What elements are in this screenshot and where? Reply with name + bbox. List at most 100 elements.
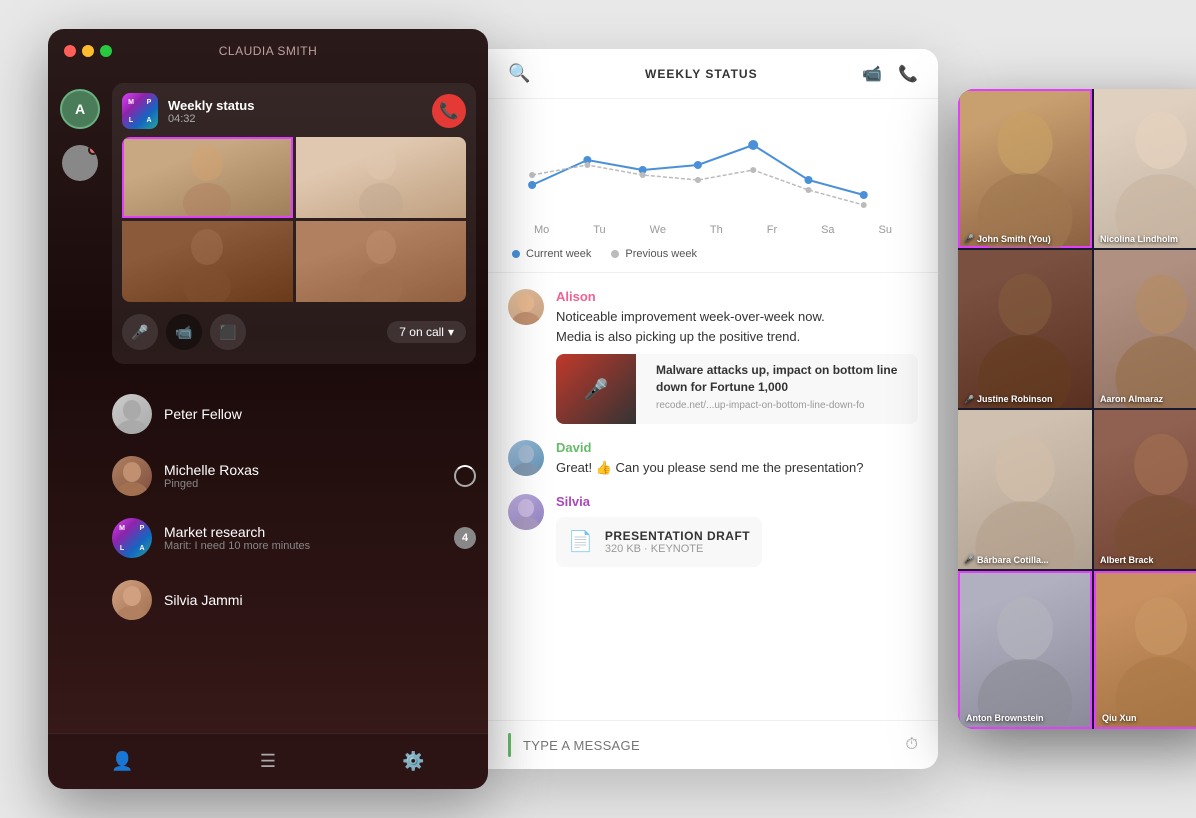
vc-label-justine: 🎤 Justine Robinson <box>964 394 1052 404</box>
left-panel: CLAUDIA SMITH A M P L A <box>48 29 488 789</box>
end-call-button[interactable]: 📞 <box>432 94 466 128</box>
message-content-silvia: Silvia 📄 PRESENTATION DRAFT 320 KB · KEY… <box>556 494 762 567</box>
avatar-silvia <box>112 580 152 620</box>
call-title: Weekly status <box>168 98 432 113</box>
contact-info-silvia: Silvia Jammi <box>164 592 476 608</box>
link-url: recode.net/...up-impact-on-bottom-line-d… <box>656 400 910 411</box>
message-content-alison: Alison Noticeable improvement week-over-… <box>556 289 918 424</box>
vc-cell-anton: Anton Brownstein <box>958 571 1092 730</box>
mute-icon: 🎤 <box>964 234 974 243</box>
message-alison: Alison Noticeable improvement week-over-… <box>508 289 918 424</box>
avatar-alison <box>508 289 544 325</box>
chat-title: WEEKLY STATUS <box>540 67 862 81</box>
vc-label-albert: Albert Brack <box>1100 555 1154 565</box>
vc-label-barbara: 🎤 Bárbara Cotilla... <box>964 555 1049 565</box>
maximize-button[interactable] <box>100 45 112 57</box>
traffic-lights <box>64 45 112 57</box>
mute-icon: 🎤 <box>964 395 974 404</box>
contact-item-michelle[interactable]: Michelle Roxas Pinged <box>112 446 488 506</box>
message-text: Great! 👍 Can you please send me the pres… <box>556 458 863 478</box>
sender-name: Alison <box>556 289 918 304</box>
weekly-chart <box>512 115 914 215</box>
vc-cell-aaron: Aaron Almaraz <box>1094 250 1196 409</box>
phone-icon[interactable]: 📞 <box>898 64 918 84</box>
nav-menu-icon[interactable]: ☰ <box>252 743 284 780</box>
call-header: M P L A Weekly status 04:32 📞 <box>122 93 466 129</box>
unread-badge: 4 <box>454 527 476 549</box>
loading-badge <box>454 465 476 487</box>
video-cell-1 <box>122 137 293 218</box>
avatar-market: M P L A <box>112 518 152 558</box>
call-timer: 04:32 <box>168 113 432 125</box>
contact-item-peter[interactable]: Peter Fellow <box>112 384 488 444</box>
link-card[interactable]: 🎤 Malware attacks up, impact on bottom l… <box>556 354 918 424</box>
chat-input-area: ⏱ <box>488 720 938 769</box>
contact-avatar-small[interactable] <box>62 145 98 181</box>
message-input[interactable] <box>523 738 906 753</box>
call-controls: 🎤 📹 ⬛ 7 on call ▾ <box>122 310 466 354</box>
mute-button[interactable]: 🎤 <box>122 314 158 350</box>
avatar-michelle <box>112 456 152 496</box>
message-content-david: David Great! 👍 Can you please send me th… <box>556 440 863 478</box>
nav-settings-icon[interactable]: ⚙️ <box>394 743 432 780</box>
vc-cell-albert: Albert Brack <box>1094 410 1196 569</box>
vc-cell-nicolina: Nicolina Lindholm <box>1094 89 1196 248</box>
avatar-david <box>508 440 544 476</box>
vc-cell-barbara: 🎤 Bárbara Cotilla... <box>958 410 1092 569</box>
on-call-badge[interactable]: 7 on call ▾ <box>387 321 466 343</box>
link-thumbnail: 🎤 <box>556 354 636 424</box>
contact-list: Peter Fellow Michelle Roxas Pinged <box>112 376 488 638</box>
close-button[interactable] <box>64 45 76 57</box>
video-cell-3 <box>122 221 293 302</box>
contact-item-market[interactable]: M P L A Market research Marit: I need 10… <box>112 508 488 568</box>
bottom-nav: 👤 ☰ ⚙️ <box>48 733 488 789</box>
legend-previous: Previous week <box>611 248 697 260</box>
legend-current: Current week <box>512 248 591 260</box>
message-text: Noticeable improvement week-over-week no… <box>556 307 918 346</box>
contact-info-peter: Peter Fellow <box>164 406 476 422</box>
contact-item-silvia[interactable]: Silvia Jammi <box>112 570 488 630</box>
file-meta: 320 KB · KEYNOTE <box>605 543 750 555</box>
file-info: PRESENTATION DRAFT 320 KB · KEYNOTE <box>605 529 750 555</box>
header-icons: 📹 📞 <box>862 64 918 84</box>
avatar-peter <box>112 394 152 434</box>
message-david: David Great! 👍 Can you please send me th… <box>508 440 918 478</box>
chat-header: 🔍 WEEKLY STATUS 📹 📞 <box>488 49 938 99</box>
nav-person-icon[interactable]: 👤 <box>103 743 141 780</box>
vc-label-nicolina: Nicolina Lindholm <box>1100 234 1178 244</box>
link-info: Malware attacks up, impact on bottom lin… <box>648 354 918 424</box>
sender-name: David <box>556 440 863 455</box>
emoji-timer-icon[interactable]: ⏱ <box>906 736 918 754</box>
message-silvia: Silvia 📄 PRESENTATION DRAFT 320 KB · KEY… <box>508 494 918 567</box>
video-button[interactable]: 📹 <box>166 314 202 350</box>
vc-label-qiu: Qiu Xun <box>1102 713 1137 723</box>
chart-day-labels: Mo Tu We Th Fr Sa Su <box>512 220 914 240</box>
file-name: PRESENTATION DRAFT <box>605 529 750 543</box>
title-bar: CLAUDIA SMITH <box>48 29 488 73</box>
vc-label-aaron: Aaron Almaraz <box>1100 394 1163 404</box>
screen-share-button[interactable]: ⬛ <box>210 314 246 350</box>
video-call-icon[interactable]: 📹 <box>862 64 882 84</box>
chart-area: Mo Tu We Th Fr Sa Su Current week Previo… <box>488 99 938 273</box>
file-icon: 📄 <box>568 529 593 554</box>
avatar-silvia <box>508 494 544 530</box>
search-button[interactable]: 🔍 <box>508 63 530 84</box>
call-group-avatar: M P L A <box>122 93 158 129</box>
chart-legend: Current week Previous week <box>512 240 914 264</box>
notification-dot <box>88 145 98 155</box>
link-title: Malware attacks up, impact on bottom lin… <box>656 362 910 396</box>
contact-name: Peter Fellow <box>164 406 476 422</box>
user-avatar[interactable]: A <box>60 89 100 129</box>
contact-info-market: Market research Marit: I need 10 more mi… <box>164 524 454 552</box>
video-cell-4 <box>296 221 467 302</box>
video-cell-2 <box>296 137 467 218</box>
contact-name: Silvia Jammi <box>164 592 476 608</box>
contact-info-michelle: Michelle Roxas Pinged <box>164 462 454 490</box>
minimize-button[interactable] <box>82 45 94 57</box>
call-card: M P L A Weekly status 04:32 📞 <box>112 83 476 364</box>
video-call-overlay: 🎤 John Smith (You) Nicolina Lindholm 🎤 J… <box>958 89 1196 729</box>
call-info: Weekly status 04:32 <box>168 98 432 125</box>
contact-name: Michelle Roxas <box>164 462 454 478</box>
input-indicator <box>508 733 511 757</box>
file-card[interactable]: 📄 PRESENTATION DRAFT 320 KB · KEYNOTE <box>556 517 762 567</box>
